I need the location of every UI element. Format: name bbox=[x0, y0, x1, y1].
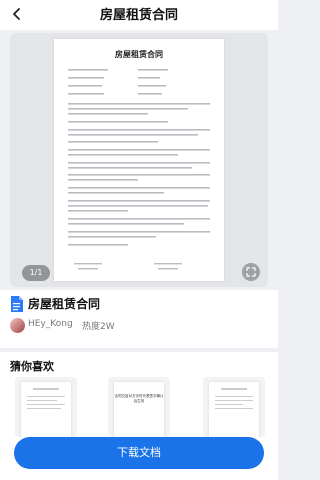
document-preview[interactable]: 房屋租赁合同 1/1 bbox=[10, 33, 268, 287]
page-title: 房屋租赁合同 bbox=[99, 8, 178, 23]
recommend-doc-thumbnail bbox=[209, 382, 259, 437]
word-file-icon bbox=[10, 296, 23, 312]
recommend-doc-thumbnail bbox=[21, 382, 71, 437]
expand-icon[interactable] bbox=[242, 263, 260, 281]
document-signature-lines bbox=[74, 261, 204, 272]
avatar[interactable] bbox=[10, 318, 25, 333]
recommend-title: 猜你喜欢 bbox=[10, 360, 54, 373]
recommend-card[interactable] bbox=[203, 377, 265, 437]
document-page: 房屋租赁合同 bbox=[54, 39, 224, 281]
recommend-card[interactable] bbox=[15, 377, 77, 437]
document-info: 房屋租赁合同 HEy_Kong 热度2W bbox=[0, 290, 278, 348]
download-button[interactable]: 下载文档 bbox=[14, 437, 264, 469]
recommend-card[interactable]: 合同交给对方手时代表签字确认后生效 bbox=[108, 377, 170, 437]
recommend-doc-text: 合同交给对方手时代表签字确认后生效 bbox=[114, 394, 164, 403]
heat-count: 热度2W bbox=[82, 322, 115, 332]
recommend-doc-thumbnail: 合同交给对方手时代表签字确认后生效 bbox=[114, 382, 164, 437]
page-counter: 1/1 bbox=[22, 265, 50, 281]
document-page-title: 房屋租赁合同 bbox=[115, 50, 163, 59]
document-name: 房屋租赁合同 bbox=[28, 297, 101, 311]
top-bar: 房屋租赁合同 bbox=[0, 0, 278, 30]
document-text-lines bbox=[68, 67, 210, 255]
author-name[interactable]: HEy_Kong bbox=[28, 319, 73, 329]
